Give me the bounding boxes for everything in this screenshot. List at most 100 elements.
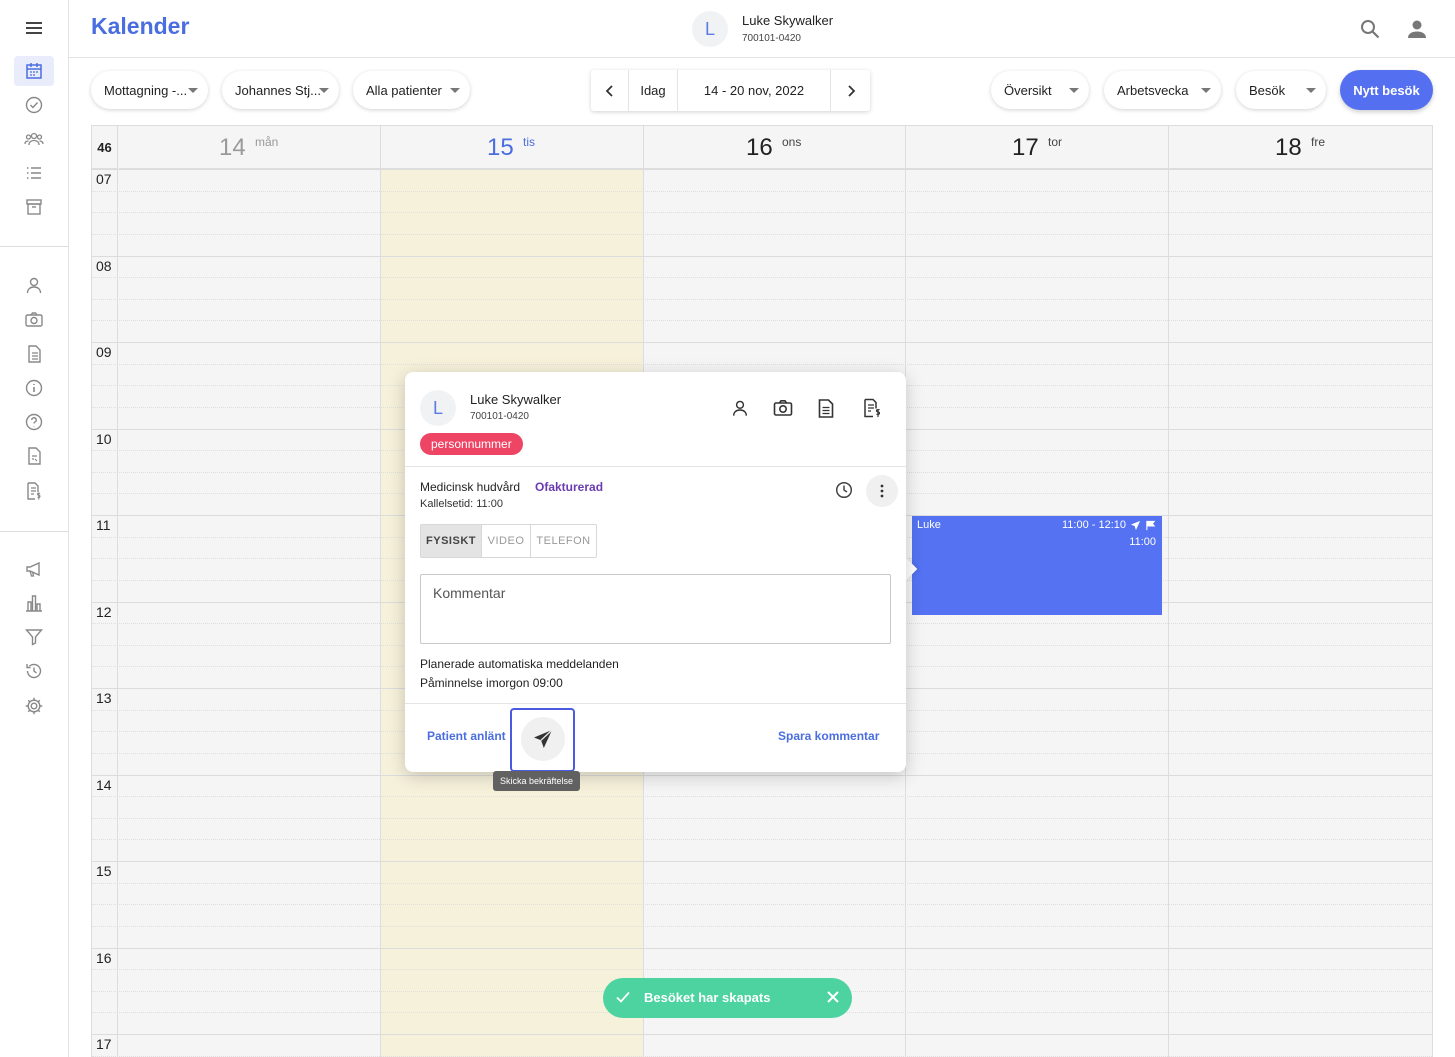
event-time-range: 11:00 - 12:10 xyxy=(1061,519,1126,531)
patient-profile-icon[interactable] xyxy=(728,396,752,420)
clinic-select[interactable]: Mottagning -... xyxy=(91,71,208,109)
day-weekday: tis xyxy=(523,135,535,149)
check-icon xyxy=(616,991,630,1003)
popover-patient-avatar[interactable]: L xyxy=(420,390,456,426)
day-column-mon[interactable] xyxy=(119,169,381,1057)
today-button[interactable]: Idag xyxy=(629,70,678,111)
patient-filter-select[interactable]: Alla patienter xyxy=(353,71,470,109)
help-icon[interactable] xyxy=(14,407,54,437)
day-number: 18 xyxy=(1275,134,1302,161)
next-week-button[interactable] xyxy=(831,70,870,111)
list-icon[interactable] xyxy=(14,158,54,188)
save-comment-button[interactable]: Spara kommentar xyxy=(778,729,879,743)
clock-icon[interactable] xyxy=(828,474,860,506)
day-number: 16 xyxy=(746,134,773,161)
megaphone-icon[interactable] xyxy=(14,554,54,584)
chevron-down-icon xyxy=(1069,88,1079,93)
comment-field[interactable]: Kommentar xyxy=(420,574,891,644)
day-column-fri[interactable] xyxy=(1169,169,1432,1057)
visit-type-select[interactable]: Besök xyxy=(1236,71,1326,109)
day-header-tue[interactable]: 15 tis xyxy=(381,126,644,169)
send-icon xyxy=(521,717,565,761)
hour-label: 07 xyxy=(96,171,112,187)
chevron-down-icon xyxy=(1201,88,1211,93)
patient-avatar[interactable]: L xyxy=(692,11,728,47)
users-group-icon[interactable] xyxy=(14,124,54,154)
quarter-line xyxy=(92,882,1432,884)
popover-divider xyxy=(405,703,906,704)
service-name: Medicinsk hudvård xyxy=(420,480,521,494)
practitioner-select[interactable]: Johannes Stj... xyxy=(222,71,339,109)
clinic-select-value: Mottagning -... xyxy=(104,82,188,98)
check-circle-icon[interactable] xyxy=(14,90,54,120)
send-confirmation-button[interactable] xyxy=(510,708,575,772)
quarter-line xyxy=(92,796,1432,798)
invoice-icon[interactable] xyxy=(860,396,884,420)
overview-select-value: Översikt xyxy=(1004,82,1052,98)
period-select-value: Arbetsvecka xyxy=(1117,82,1189,98)
search-icon[interactable] xyxy=(1358,17,1382,41)
day-header-wed[interactable]: 16 ons xyxy=(644,126,906,169)
visit-type-phone[interactable]: TELEFON xyxy=(531,525,596,557)
more-options-icon[interactable] xyxy=(866,475,898,507)
calendar-event[interactable]: Luke 11:00 - 12:10 11:00 xyxy=(912,516,1162,615)
sidebar-divider xyxy=(0,531,69,532)
patient-arrived-button[interactable]: Patient anlänt xyxy=(427,729,506,743)
toast-message: Besöket har skapats xyxy=(644,990,771,1005)
popover-patient-name[interactable]: Luke Skywalker xyxy=(470,392,561,407)
visit-type-video[interactable]: VIDEO xyxy=(482,525,531,557)
visit-type-select-value: Besök xyxy=(1249,82,1286,98)
user-account-icon[interactable] xyxy=(1405,17,1429,41)
header-patient-name[interactable]: Luke Skywalker xyxy=(742,13,833,28)
hour-label: 16 xyxy=(96,949,112,966)
hour-line xyxy=(92,947,1432,949)
hour-label: 13 xyxy=(96,690,112,706)
camera-icon[interactable] xyxy=(14,304,54,334)
calendar-icon[interactable] xyxy=(14,56,54,86)
date-navigator: Idag 14 - 20 nov, 2022 xyxy=(591,70,870,111)
week-number: 46 xyxy=(92,126,118,169)
day-header-thu[interactable]: 17 tor xyxy=(906,126,1169,169)
new-visit-button[interactable]: Nytt besök xyxy=(1340,70,1433,110)
popover-divider xyxy=(405,466,906,467)
day-header-mon[interactable]: 14 mån xyxy=(119,126,381,169)
hour-line xyxy=(92,1034,1432,1035)
patient-filter-value: Alla patienter xyxy=(366,82,442,98)
chevron-right-icon xyxy=(847,84,855,97)
filter-icon[interactable] xyxy=(14,622,54,652)
visit-type-toggle: FYSISKT VIDEO TELEFON xyxy=(420,524,597,558)
document-icon[interactable] xyxy=(14,339,54,369)
visit-type-physical[interactable]: FYSISKT xyxy=(421,525,482,557)
call-time: Kallelsetid: 11:00 xyxy=(420,498,503,510)
event-start-time: 11:00 xyxy=(1129,536,1156,548)
bar-chart-icon[interactable] xyxy=(14,588,54,618)
overview-select[interactable]: Översikt xyxy=(991,71,1089,109)
quarter-line xyxy=(92,839,1432,841)
menu-icon[interactable] xyxy=(14,13,54,43)
camera-icon[interactable] xyxy=(771,396,795,420)
date-range-label[interactable]: 14 - 20 nov, 2022 xyxy=(678,70,831,111)
prev-week-button[interactable] xyxy=(591,70,629,111)
practitioner-select-value: Johannes Stj... xyxy=(235,82,321,98)
history-icon[interactable] xyxy=(14,656,54,686)
report-document-icon[interactable] xyxy=(14,441,54,471)
day-weekday: tor xyxy=(1048,135,1063,149)
personnummer-tag[interactable]: personnummer xyxy=(420,433,523,455)
info-icon[interactable] xyxy=(14,373,54,403)
settings-gear-icon[interactable] xyxy=(14,691,54,721)
person-icon[interactable] xyxy=(14,270,54,300)
chevron-down-icon xyxy=(319,88,329,93)
archive-icon[interactable] xyxy=(14,192,54,222)
hour-line xyxy=(92,255,1432,257)
period-select[interactable]: Arbetsvecka xyxy=(1104,71,1221,109)
hour-line xyxy=(92,169,1432,170)
event-time-row: 11:00 - 12:10 xyxy=(1062,519,1156,531)
send-icon xyxy=(1130,520,1141,530)
day-header-fri[interactable]: 18 fre xyxy=(1169,126,1432,169)
billing-status[interactable]: Ofakturerad xyxy=(535,480,603,494)
close-icon[interactable] xyxy=(825,989,841,1005)
hour-label: 15 xyxy=(96,863,112,879)
journal-document-icon[interactable] xyxy=(814,396,838,420)
invoice-icon[interactable] xyxy=(14,476,54,506)
success-toast: Besöket har skapats xyxy=(603,978,852,1018)
